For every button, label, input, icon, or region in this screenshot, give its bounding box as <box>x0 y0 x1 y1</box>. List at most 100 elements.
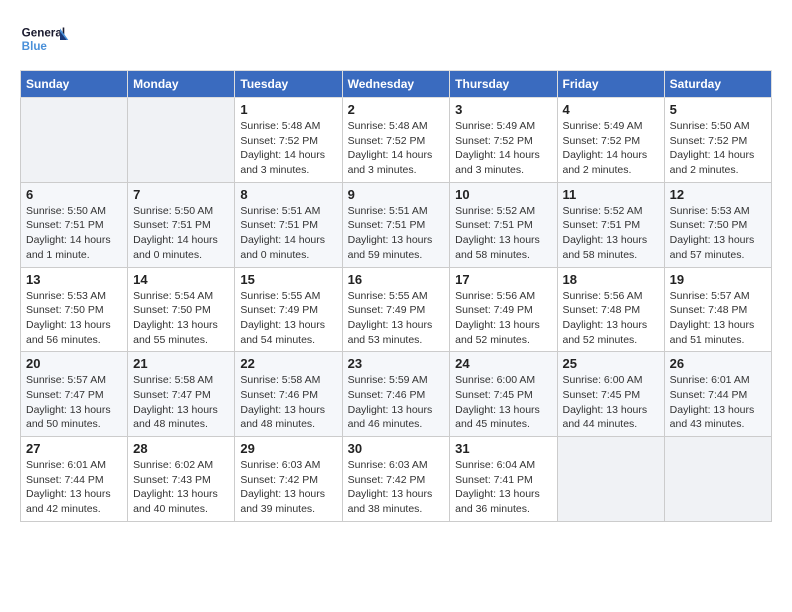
day-info: Sunrise: 5:56 AM Sunset: 7:49 PM Dayligh… <box>455 289 551 348</box>
day-number: 12 <box>670 187 766 202</box>
calendar-day-cell: 9 Sunrise: 5:51 AM Sunset: 7:51 PM Daylig… <box>342 182 450 267</box>
day-number: 14 <box>133 272 229 287</box>
calendar-day-cell: 16Sunrise: 5:55 AM Sunset: 7:49 PM Dayli… <box>342 267 450 352</box>
day-number: 27 <box>26 441 122 456</box>
calendar-week-row: 13 Sunrise: 5:53 AM Sunset: 7:50 PM Dayli… <box>21 267 772 352</box>
logo-icon: General Blue <box>20 20 70 60</box>
calendar-day-cell: 14 Sunrise: 5:54 AM Sunset: 7:50 PM Dayli… <box>128 267 235 352</box>
day-number: 4 <box>563 102 659 117</box>
calendar-day-cell: 30Sunrise: 6:03 AM Sunset: 7:42 PM Dayli… <box>342 437 450 522</box>
day-number: 22 <box>240 356 336 371</box>
calendar-table: SundayMondayTuesdayWednesdayThursdayFrid… <box>20 70 772 522</box>
calendar-day-cell: 28 Sunrise: 6:02 AM Sunset: 7:43 PM Dayli… <box>128 437 235 522</box>
day-number: 8 <box>240 187 336 202</box>
day-info: Sunrise: 6:01 AM Sunset: 7:44 PM Dayligh… <box>26 458 122 517</box>
svg-text:General: General <box>22 27 65 40</box>
day-number: 9 <box>348 187 445 202</box>
day-info: Sunrise: 5:48 AM Sunset: 7:52 PM Dayligh… <box>348 119 445 178</box>
calendar-day-cell: 29 Sunrise: 6:03 AM Sunset: 7:42 PM Dayli… <box>235 437 342 522</box>
calendar-day-cell: 7Sunrise: 5:50 AM Sunset: 7:51 PM Daylig… <box>128 182 235 267</box>
day-number: 29 <box>240 441 336 456</box>
day-info: Sunrise: 5:58 AM Sunset: 7:47 PM Dayligh… <box>133 373 229 432</box>
calendar-day-cell: 10 Sunrise: 5:52 AM Sunset: 7:51 PM Dayli… <box>450 182 557 267</box>
day-info: Sunrise: 5:53 AM Sunset: 7:50 PM Dayligh… <box>26 289 122 348</box>
day-number: 3 <box>455 102 551 117</box>
calendar-day-cell: 2 Sunrise: 5:48 AM Sunset: 7:52 PM Daylig… <box>342 98 450 183</box>
calendar-day-cell <box>21 98 128 183</box>
calendar-week-row: 6 Sunrise: 5:50 AM Sunset: 7:51 PM Daylig… <box>21 182 772 267</box>
day-number: 2 <box>348 102 445 117</box>
logo: General Blue <box>20 20 70 60</box>
calendar-day-cell: 18Sunrise: 5:56 AM Sunset: 7:48 PM Dayli… <box>557 267 664 352</box>
day-number: 20 <box>26 356 122 371</box>
day-number: 13 <box>26 272 122 287</box>
day-number: 1 <box>240 102 336 117</box>
day-info: Sunrise: 5:57 AM Sunset: 7:48 PM Dayligh… <box>670 289 766 348</box>
day-number: 6 <box>26 187 122 202</box>
day-info: Sunrise: 5:48 AM Sunset: 7:52 PM Dayligh… <box>240 119 336 178</box>
calendar-day-cell: 17 Sunrise: 5:56 AM Sunset: 7:49 PM Dayli… <box>450 267 557 352</box>
day-number: 31 <box>455 441 551 456</box>
day-number: 21 <box>133 356 229 371</box>
calendar-day-cell: 1 Sunrise: 5:48 AM Sunset: 7:52 PM Daylig… <box>235 98 342 183</box>
calendar-day-cell: 27 Sunrise: 6:01 AM Sunset: 7:44 PM Dayli… <box>21 437 128 522</box>
day-number: 10 <box>455 187 551 202</box>
calendar-day-cell: 6 Sunrise: 5:50 AM Sunset: 7:51 PM Daylig… <box>21 182 128 267</box>
day-number: 11 <box>563 187 659 202</box>
calendar-body: 1 Sunrise: 5:48 AM Sunset: 7:52 PM Daylig… <box>21 98 772 522</box>
calendar-day-cell: 21 Sunrise: 5:58 AM Sunset: 7:47 PM Dayli… <box>128 352 235 437</box>
calendar-week-row: 27 Sunrise: 6:01 AM Sunset: 7:44 PM Dayli… <box>21 437 772 522</box>
calendar-day-cell <box>664 437 771 522</box>
day-number: 16 <box>348 272 445 287</box>
calendar-week-row: 20Sunrise: 5:57 AM Sunset: 7:47 PM Dayli… <box>21 352 772 437</box>
day-number: 28 <box>133 441 229 456</box>
day-info: Sunrise: 5:50 AM Sunset: 7:51 PM Dayligh… <box>26 204 122 263</box>
day-number: 26 <box>670 356 766 371</box>
day-info: Sunrise: 5:53 AM Sunset: 7:50 PM Dayligh… <box>670 204 766 263</box>
page-header: General Blue <box>20 20 772 60</box>
day-info: Sunrise: 6:00 AM Sunset: 7:45 PM Dayligh… <box>455 373 551 432</box>
day-info: Sunrise: 6:01 AM Sunset: 7:44 PM Dayligh… <box>670 373 766 432</box>
weekday-header-row: SundayMondayTuesdayWednesdayThursdayFrid… <box>21 71 772 98</box>
day-info: Sunrise: 6:04 AM Sunset: 7:41 PM Dayligh… <box>455 458 551 517</box>
day-number: 23 <box>348 356 445 371</box>
weekday-header-cell: Tuesday <box>235 71 342 98</box>
calendar-day-cell: 13 Sunrise: 5:53 AM Sunset: 7:50 PM Dayli… <box>21 267 128 352</box>
day-number: 25 <box>563 356 659 371</box>
calendar-day-cell: 24Sunrise: 6:00 AM Sunset: 7:45 PM Dayli… <box>450 352 557 437</box>
day-info: Sunrise: 5:59 AM Sunset: 7:46 PM Dayligh… <box>348 373 445 432</box>
day-info: Sunrise: 5:54 AM Sunset: 7:50 PM Dayligh… <box>133 289 229 348</box>
svg-text:Blue: Blue <box>22 40 48 53</box>
day-number: 17 <box>455 272 551 287</box>
day-info: Sunrise: 5:52 AM Sunset: 7:51 PM Dayligh… <box>455 204 551 263</box>
calendar-day-cell: 22 Sunrise: 5:58 AM Sunset: 7:46 PM Dayli… <box>235 352 342 437</box>
day-info: Sunrise: 5:51 AM Sunset: 7:51 PM Dayligh… <box>348 204 445 263</box>
day-info: Sunrise: 5:49 AM Sunset: 7:52 PM Dayligh… <box>455 119 551 178</box>
day-info: Sunrise: 5:55 AM Sunset: 7:49 PM Dayligh… <box>240 289 336 348</box>
day-number: 19 <box>670 272 766 287</box>
calendar-day-cell: 23 Sunrise: 5:59 AM Sunset: 7:46 PM Dayli… <box>342 352 450 437</box>
day-info: Sunrise: 5:58 AM Sunset: 7:46 PM Dayligh… <box>240 373 336 432</box>
calendar-day-cell: 4Sunrise: 5:49 AM Sunset: 7:52 PM Daylig… <box>557 98 664 183</box>
weekday-header-cell: Wednesday <box>342 71 450 98</box>
calendar-day-cell: 5Sunrise: 5:50 AM Sunset: 7:52 PM Daylig… <box>664 98 771 183</box>
calendar-day-cell: 25Sunrise: 6:00 AM Sunset: 7:45 PM Dayli… <box>557 352 664 437</box>
weekday-header-cell: Monday <box>128 71 235 98</box>
day-info: Sunrise: 5:52 AM Sunset: 7:51 PM Dayligh… <box>563 204 659 263</box>
calendar-day-cell: 26 Sunrise: 6:01 AM Sunset: 7:44 PM Dayli… <box>664 352 771 437</box>
day-number: 7 <box>133 187 229 202</box>
calendar-day-cell: 12 Sunrise: 5:53 AM Sunset: 7:50 PM Dayli… <box>664 182 771 267</box>
day-number: 18 <box>563 272 659 287</box>
calendar-day-cell: 20Sunrise: 5:57 AM Sunset: 7:47 PM Dayli… <box>21 352 128 437</box>
day-info: Sunrise: 6:03 AM Sunset: 7:42 PM Dayligh… <box>240 458 336 517</box>
day-info: Sunrise: 5:50 AM Sunset: 7:52 PM Dayligh… <box>670 119 766 178</box>
calendar-day-cell: 15 Sunrise: 5:55 AM Sunset: 7:49 PM Dayli… <box>235 267 342 352</box>
calendar-day-cell: 11 Sunrise: 5:52 AM Sunset: 7:51 PM Dayli… <box>557 182 664 267</box>
day-info: Sunrise: 6:02 AM Sunset: 7:43 PM Dayligh… <box>133 458 229 517</box>
day-number: 30 <box>348 441 445 456</box>
weekday-header-cell: Friday <box>557 71 664 98</box>
calendar-day-cell: 3 Sunrise: 5:49 AM Sunset: 7:52 PM Daylig… <box>450 98 557 183</box>
day-number: 15 <box>240 272 336 287</box>
calendar-week-row: 1 Sunrise: 5:48 AM Sunset: 7:52 PM Daylig… <box>21 98 772 183</box>
calendar-day-cell: 8Sunrise: 5:51 AM Sunset: 7:51 PM Daylig… <box>235 182 342 267</box>
